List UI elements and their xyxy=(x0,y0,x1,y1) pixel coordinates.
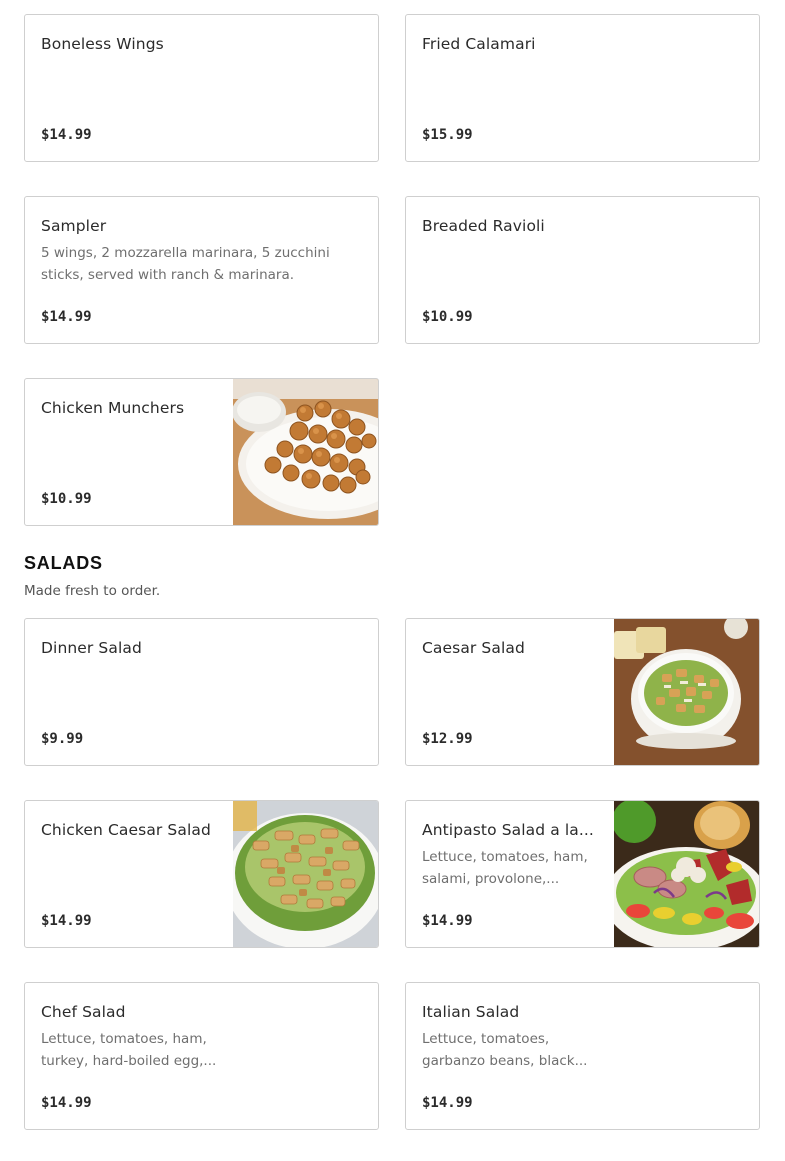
menu-item-description xyxy=(41,424,218,468)
menu-item-info: Dinner Salad $9.99 xyxy=(41,619,362,765)
menu-item-name: Boneless Wings xyxy=(41,35,164,53)
section-title-salads: SALADS xyxy=(24,553,103,573)
menu-item-price: $14.99 xyxy=(422,913,473,929)
menu-item-name: Sampler xyxy=(41,217,107,235)
menu-item-info: Breaded Ravioli $10.99 xyxy=(422,197,743,343)
menu-item-name: Dinner Salad xyxy=(41,639,142,657)
menu-item-info: Antipasto Salad a la... Lettuce, tomatoe… xyxy=(422,801,599,947)
menu-item-info: Chicken Munchers $10.99 xyxy=(41,379,218,525)
menu-item-info: Fried Calamari $15.99 xyxy=(422,15,743,161)
menu-item-card[interactable]: Caesar Salad $12.99 xyxy=(405,618,760,766)
menu-item-name: Chef Salad xyxy=(41,1003,126,1021)
menu-item-description xyxy=(41,664,362,708)
section-subtitle: Made fresh to order. xyxy=(24,583,161,599)
menu-item-price: $10.99 xyxy=(422,309,473,325)
menu-item-description: Lettuce, tomatoes, ham, salami, provolon… xyxy=(422,849,588,887)
menu-item-price: $10.99 xyxy=(41,491,92,507)
menu-item-card[interactable]: Dinner Salad $9.99 xyxy=(24,618,379,766)
menu-item-price: $14.99 xyxy=(41,309,92,325)
menu-item-name: Chicken Caesar Salad xyxy=(41,821,211,839)
menu-item-card[interactable]: Boneless Wings $14.99 xyxy=(24,14,379,162)
menu-item-name: Antipasto Salad a la... xyxy=(422,821,594,839)
menu-item-price: $12.99 xyxy=(422,731,473,747)
menu-item-price: $14.99 xyxy=(41,127,92,143)
chicken-caesar-salad-photo xyxy=(233,801,378,947)
chicken-munchers-photo xyxy=(233,379,378,525)
menu-item-name: Caesar Salad xyxy=(422,639,525,657)
menu-item-card[interactable]: Chicken Munchers $10.99 xyxy=(24,378,379,526)
menu-item-price: $14.99 xyxy=(41,1095,92,1111)
menu-item-description xyxy=(422,664,599,708)
menu-item-price: $14.99 xyxy=(422,1095,473,1111)
menu-item-name: Breaded Ravioli xyxy=(422,217,545,235)
menu-item-description xyxy=(41,846,218,890)
menu-item-price: $9.99 xyxy=(41,731,84,747)
menu-item-description xyxy=(41,60,362,104)
menu-item-name: Fried Calamari xyxy=(422,35,536,53)
menu-item-info: Boneless Wings $14.99 xyxy=(41,15,362,161)
menu-item-info: Sampler 5 wings, 2 mozzarella marinara, … xyxy=(41,197,362,343)
menu-item-info: Chicken Caesar Salad $14.99 xyxy=(41,801,218,947)
menu-item-description xyxy=(422,242,743,286)
menu-item-card[interactable]: Fried Calamari $15.99 xyxy=(405,14,760,162)
menu-item-info: Caesar Salad $12.99 xyxy=(422,619,599,765)
menu-item-description: 5 wings, 2 mozzarella marinara, 5 zucchi… xyxy=(41,245,330,283)
caesar-salad-photo xyxy=(614,619,759,765)
menu-item-info: Chef Salad Lettuce, tomatoes, ham, turke… xyxy=(41,983,218,1129)
menu-item-name: Chicken Munchers xyxy=(41,399,185,417)
menu-item-card[interactable]: Chicken Caesar Salad $14.99 xyxy=(24,800,379,948)
menu-item-card[interactable]: Italian Salad Lettuce, tomatoes, garbanz… xyxy=(405,982,760,1130)
menu-item-name: Italian Salad xyxy=(422,1003,520,1021)
menu-item-card[interactable]: Sampler 5 wings, 2 mozzarella marinara, … xyxy=(24,196,379,344)
menu-item-price: $14.99 xyxy=(41,913,92,929)
menu-item-price: $15.99 xyxy=(422,127,473,143)
menu-item-card[interactable]: Antipasto Salad a la... Lettuce, tomatoe… xyxy=(405,800,760,948)
menu-item-card[interactable]: Chef Salad Lettuce, tomatoes, ham, turke… xyxy=(24,982,379,1130)
menu-item-card[interactable]: Breaded Ravioli $10.99 xyxy=(405,196,760,344)
menu-item-info: Italian Salad Lettuce, tomatoes, garbanz… xyxy=(422,983,599,1129)
antipasto-salad-photo xyxy=(614,801,759,947)
menu-item-description xyxy=(422,60,743,104)
menu-item-description: Lettuce, tomatoes, ham, turkey, hard-boi… xyxy=(41,1031,217,1069)
menu-item-description: Lettuce, tomatoes, garbanzo beans, black… xyxy=(422,1031,588,1069)
